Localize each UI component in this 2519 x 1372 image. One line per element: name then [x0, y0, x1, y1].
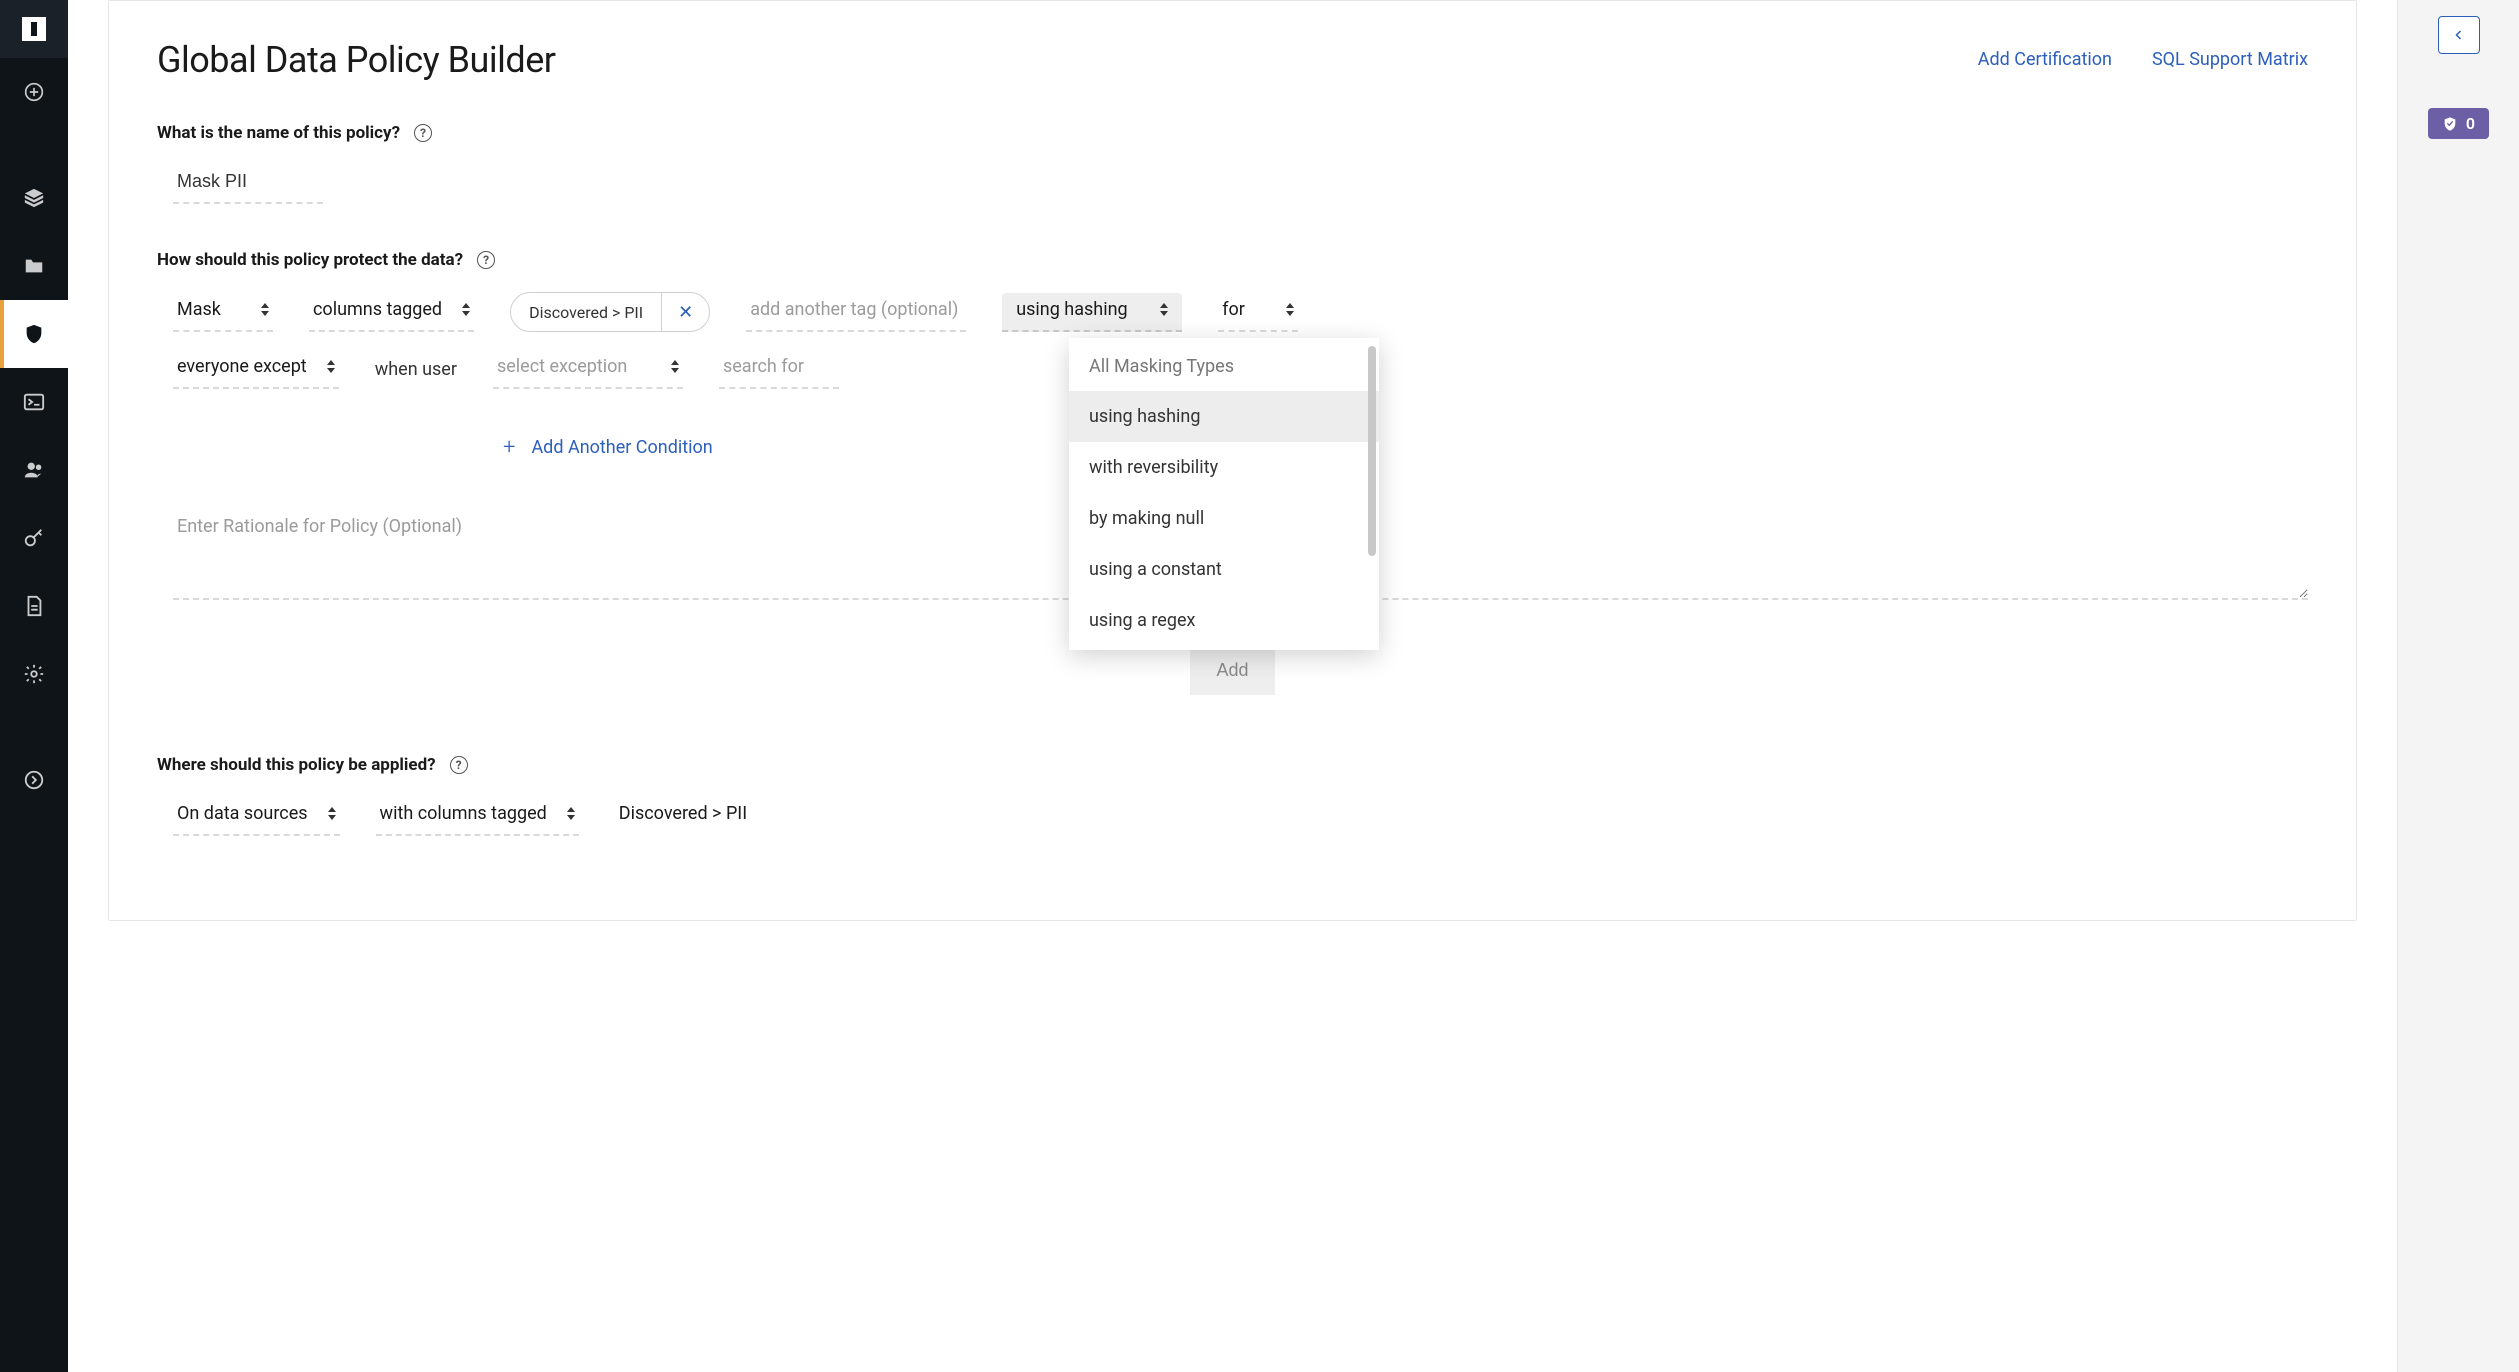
tag-chip: Discovered > PII ✕ [510, 292, 710, 332]
scope-select[interactable]: everyone except [173, 350, 339, 389]
add-button[interactable]: Add [1190, 646, 1274, 695]
key-icon [23, 527, 45, 549]
document-icon [23, 595, 45, 617]
section-protect-label: How should this policy protect the data? [157, 250, 463, 270]
dropdown-item[interactable]: using a constant [1069, 544, 1379, 595]
sidebar [0, 0, 68, 1372]
layers-icon [23, 187, 45, 209]
gear-icon [23, 663, 45, 685]
dropdown-item[interactable]: with reversibility [1069, 442, 1379, 493]
sidebar-settings[interactable] [0, 640, 68, 708]
dropdown-item[interactable]: by making null [1069, 493, 1379, 544]
sidebar-add[interactable] [0, 58, 68, 126]
shield-check-icon [2442, 116, 2458, 132]
masking-type-dropdown: All Masking Types using hashingwith reve… [1069, 338, 1379, 650]
add-tag-input[interactable]: add another tag (optional) [746, 293, 966, 332]
terminal-icon [23, 391, 45, 413]
sql-support-link[interactable]: SQL Support Matrix [2152, 49, 2308, 70]
section-name-label: What is the name of this policy? [157, 123, 400, 143]
sidebar-data[interactable] [0, 164, 68, 232]
sidebar-people[interactable] [0, 436, 68, 504]
search-for-input[interactable]: search for [719, 350, 839, 389]
help-icon[interactable]: ? [414, 124, 432, 142]
apply-tag-value[interactable]: Discovered > PII [615, 797, 775, 836]
circle-chevron-icon [23, 769, 45, 791]
plus-icon: + [503, 435, 515, 460]
help-icon[interactable]: ? [450, 756, 468, 774]
people-icon [23, 459, 45, 481]
sidebar-keys[interactable] [0, 504, 68, 572]
sidebar-more[interactable] [0, 746, 68, 814]
shield-icon [23, 323, 45, 345]
tag-chip-label: Discovered > PII [511, 293, 661, 331]
scrollbar[interactable] [1368, 346, 1376, 556]
apply-columns-select[interactable]: with columns tagged [376, 797, 579, 836]
section-apply-label: Where should this policy be applied? [157, 755, 436, 775]
apply-target-select[interactable]: On data sources [173, 797, 340, 836]
dropdown-item[interactable]: using hashing [1069, 391, 1379, 442]
sidebar-policies[interactable] [0, 300, 68, 368]
help-icon[interactable]: ? [477, 251, 495, 269]
chevron-sort-icon [1286, 303, 1294, 316]
masking-type-select[interactable]: using hashing [1002, 293, 1182, 332]
plus-circle-icon [24, 82, 44, 102]
target-select[interactable]: columns tagged [309, 293, 474, 332]
sidebar-projects[interactable] [0, 232, 68, 300]
exception-select[interactable]: select exception [493, 350, 683, 389]
add-certification-link[interactable]: Add Certification [1978, 49, 2112, 70]
chevron-sort-icon [462, 303, 470, 316]
sidebar-console[interactable] [0, 368, 68, 436]
folder-icon [23, 255, 45, 277]
badge-count: 0 [2466, 114, 2475, 133]
sidebar-docs[interactable] [0, 572, 68, 640]
chevron-sort-icon [1160, 303, 1168, 316]
right-panel: 0 [2397, 0, 2519, 1372]
add-condition-button[interactable]: + Add Another Condition [503, 435, 713, 460]
policy-count-badge[interactable]: 0 [2428, 108, 2489, 139]
logo[interactable] [0, 0, 68, 58]
action-select[interactable]: Mask [173, 293, 273, 332]
chevron-sort-icon [327, 360, 335, 373]
chevron-left-icon [2453, 29, 2465, 41]
chevron-sort-icon [671, 360, 679, 373]
page-title: Global Data Policy Builder [157, 39, 556, 81]
dropdown-item[interactable]: using a regex [1069, 595, 1379, 646]
policy-name-input[interactable] [173, 165, 323, 204]
policy-builder-card: Global Data Policy Builder Add Certifica… [108, 0, 2357, 921]
tag-chip-remove[interactable]: ✕ [661, 293, 709, 331]
for-select[interactable]: for [1218, 293, 1298, 332]
dropdown-header: All Masking Types [1069, 338, 1379, 391]
when-user-label: when user [375, 359, 457, 380]
chevron-sort-icon [567, 807, 575, 820]
collapse-panel-button[interactable] [2438, 16, 2480, 54]
chevron-sort-icon [328, 807, 336, 820]
chevron-sort-icon [261, 303, 269, 316]
